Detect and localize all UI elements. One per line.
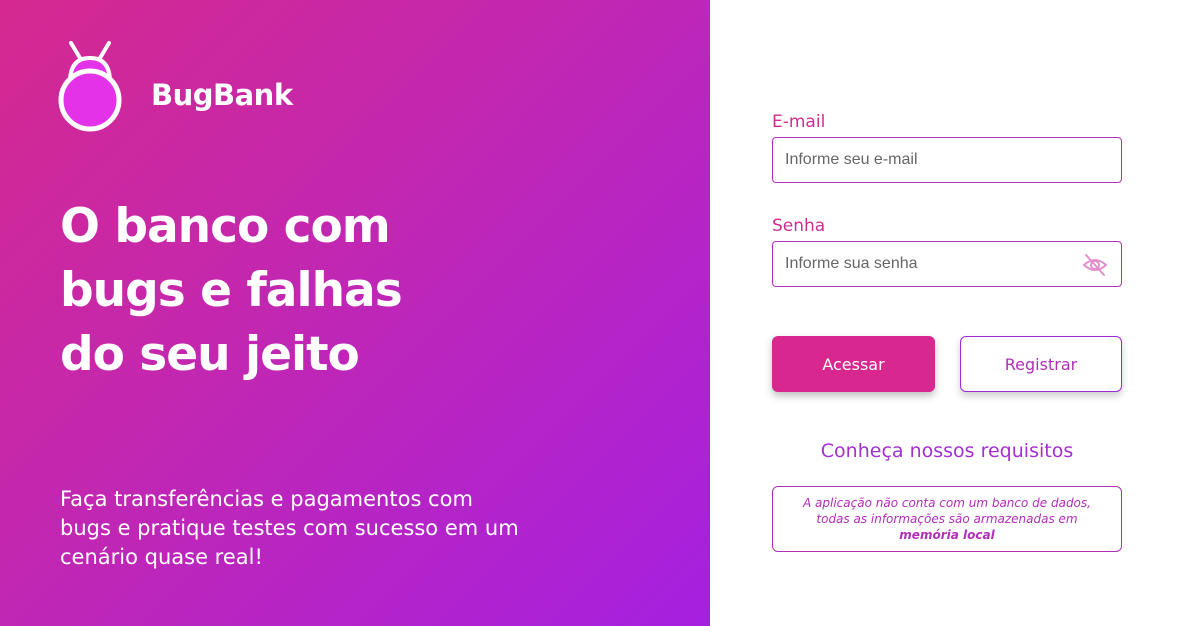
- notice-text-bold: memória local: [899, 528, 995, 542]
- eye-off-icon[interactable]: [1081, 251, 1109, 279]
- hero-headline: O banco com bugs e falhas do seu jeito: [60, 195, 620, 387]
- hero-panel: BugBank O banco com bugs e falhas do seu…: [0, 0, 710, 626]
- local-storage-notice: A aplicação não conta com um banco de da…: [772, 486, 1122, 552]
- headline-line-2: bugs e falhas: [60, 263, 403, 318]
- headline-line-3: do seu jeito: [60, 327, 360, 382]
- login-button[interactable]: Acessar: [772, 336, 935, 392]
- email-field[interactable]: [773, 138, 1121, 182]
- headline-line-1: O banco com: [60, 199, 391, 254]
- hero-subtext: Faça transferências e pagamentos com bug…: [60, 487, 519, 569]
- register-button[interactable]: Registrar: [960, 336, 1122, 392]
- password-field-wrapper: [772, 241, 1122, 287]
- password-label: Senha: [772, 216, 826, 236]
- login-panel: E-mail Senha Acessar Registrar Conheça n…: [710, 0, 1184, 626]
- bug-logo-icon: [58, 41, 122, 132]
- password-field[interactable]: [773, 242, 1121, 286]
- requirements-link[interactable]: Conheça nossos requisitos: [772, 440, 1122, 462]
- email-label: E-mail: [772, 112, 826, 132]
- brand-name: BugBank: [151, 78, 293, 112]
- email-field-wrapper: [772, 137, 1122, 183]
- notice-text-main: A aplicação não conta com um banco de da…: [803, 496, 1091, 526]
- notice-text: A aplicação não conta com um banco de da…: [789, 495, 1105, 543]
